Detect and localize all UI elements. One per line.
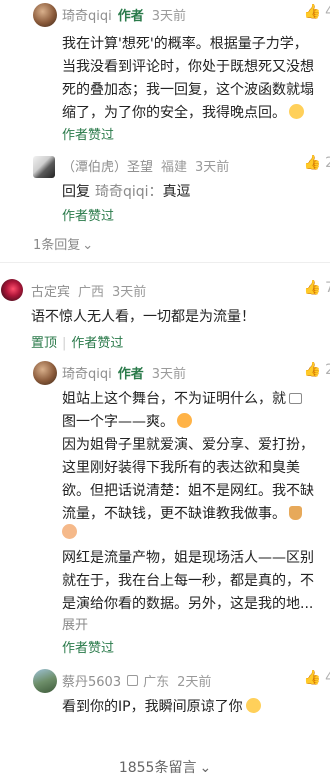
reply-to-user[interactable]: 琦奇qiqi： — [95, 184, 163, 200]
thumb-up-icon: 👍 — [303, 670, 322, 686]
comment-text: 语不惊人无人看，一切都是为流量！ — [31, 309, 255, 325]
comment-text-line: 缩了，为了你的安全，我得晚点回。 — [62, 102, 304, 122]
author-liked-label: 作者赞过 — [62, 641, 115, 656]
comment-time: 2天前 — [177, 675, 212, 690]
comment-time: 3天前 — [151, 367, 187, 382]
like-button[interactable]: 👍 7 — [304, 280, 330, 296]
author-liked-label: 作者赞过 — [71, 336, 124, 351]
like-count: 2 — [325, 362, 330, 378]
comment-text-line: 是演给你看的数据。另外，这是我的地... — [62, 596, 314, 612]
like-button[interactable]: 👍 2 — [304, 155, 330, 171]
comment-user: 琦奇qiqi 作者 3天前 — [62, 5, 186, 24]
comment-text-line: 当我没看到评论时，你处于既想死又没想 — [62, 59, 314, 75]
comment-location: 福建 — [161, 160, 188, 175]
comment-user: 蔡丹5603 广东 2天前 — [62, 671, 211, 690]
cool-emoji-icon — [177, 413, 192, 428]
money-bag-icon — [289, 506, 302, 520]
chevron-down-icon: ⌄ — [82, 238, 94, 253]
official-badge-icon — [127, 675, 139, 686]
thumb-up-icon: 👍 — [303, 280, 322, 296]
expand-link[interactable]: 展开 — [62, 614, 88, 633]
comment-user: （潭伯虎）圣望 福建 3天前 — [62, 156, 229, 175]
thumb-up-icon: 👍 — [303, 362, 322, 378]
like-button[interactable]: 👍 4 — [304, 4, 330, 20]
comment-user: 琦奇qiqi 作者 3天前 — [62, 363, 186, 382]
comment-text-line: 这里刚好装得下我所有的表达欲和臭美 — [62, 460, 300, 476]
thumb-up-icon: 👍 — [303, 4, 322, 20]
comment-text-line: 网红是流量产物，姐是现场活人——区别 — [62, 550, 314, 566]
username[interactable]: 蔡丹5603 — [62, 675, 121, 690]
comment-count-toggle[interactable]: 1855条留言 ⌄ — [0, 757, 330, 777]
like-count: 4 — [325, 4, 330, 20]
avatar[interactable] — [33, 3, 57, 27]
comment-text-line: 姐站上这个舞台，不为证明什么，就 — [62, 388, 302, 408]
comment-time: 3天前 — [112, 285, 147, 300]
comment-time: 3天前 — [195, 160, 230, 175]
thumb-up-icon: 👍 — [303, 155, 322, 171]
username[interactable]: （潭伯虎）圣望 — [62, 160, 153, 175]
like-count: 4 — [325, 670, 330, 686]
comment-location: 广西 — [78, 285, 105, 300]
smile-emoji-icon — [245, 698, 261, 713]
smile-emoji-icon — [289, 104, 304, 119]
action-separator: | — [62, 336, 67, 351]
comment-text-line: 流量，不缺钱，更不缺谁教我做事。 — [62, 503, 302, 523]
divider — [0, 262, 330, 263]
replies-toggle[interactable]: 1条回复 ⌄ — [33, 234, 93, 253]
smile-emoji-icon — [62, 524, 77, 539]
avatar[interactable] — [1, 279, 23, 301]
like-count: 2 — [325, 155, 330, 171]
comment-text-line: 图一个字——爽。 — [62, 411, 192, 431]
comment-text: 看到你的IP，我瞬间原谅了你 — [62, 696, 261, 716]
author-liked-label: 作者赞过 — [62, 128, 115, 143]
author-liked-label: 作者赞过 — [62, 209, 115, 224]
avatar[interactable] — [33, 361, 57, 385]
comment-text-line: 我在计算'想死'的概率。根据量子力学， — [62, 36, 308, 52]
username[interactable]: 古定宾 — [31, 285, 70, 300]
comment-text-line: 就在于，我在台上每一秒，都是真的，不 — [62, 573, 314, 589]
like-button[interactable]: 👍 2 — [304, 362, 330, 378]
like-button[interactable]: 👍 4 — [304, 670, 330, 686]
author-badge: 作者 — [117, 9, 144, 24]
chevron-down-icon: ⌄ — [199, 760, 212, 776]
username[interactable]: 琦奇qiqi — [62, 9, 112, 24]
avatar[interactable] — [33, 156, 55, 178]
pin-label[interactable]: 置顶 — [31, 336, 57, 351]
comment-text-line: 死的叠加态；我一回复，这个波函数就塌 — [62, 82, 314, 98]
comment-user: 古定宾 广西 3天前 — [31, 281, 146, 300]
comment-text-line: 欲。但把话说清楚：姐不是网红。我不缺 — [62, 483, 314, 499]
avatar[interactable] — [33, 669, 57, 693]
like-count: 7 — [325, 280, 330, 296]
comment-actions: 置顶 | 作者赞过 — [31, 332, 123, 351]
image-icon — [289, 393, 302, 404]
comment-location: 广东 — [143, 675, 170, 690]
username[interactable]: 琦奇qiqi — [62, 367, 112, 382]
author-badge: 作者 — [117, 367, 144, 382]
comment-text-line: 因为姐骨子里就爱演、爱分享、爱打扮， — [62, 437, 314, 453]
reply-text: 回复 琦奇qiqi：真逗 — [62, 184, 191, 200]
comment-time: 3天前 — [151, 9, 187, 24]
